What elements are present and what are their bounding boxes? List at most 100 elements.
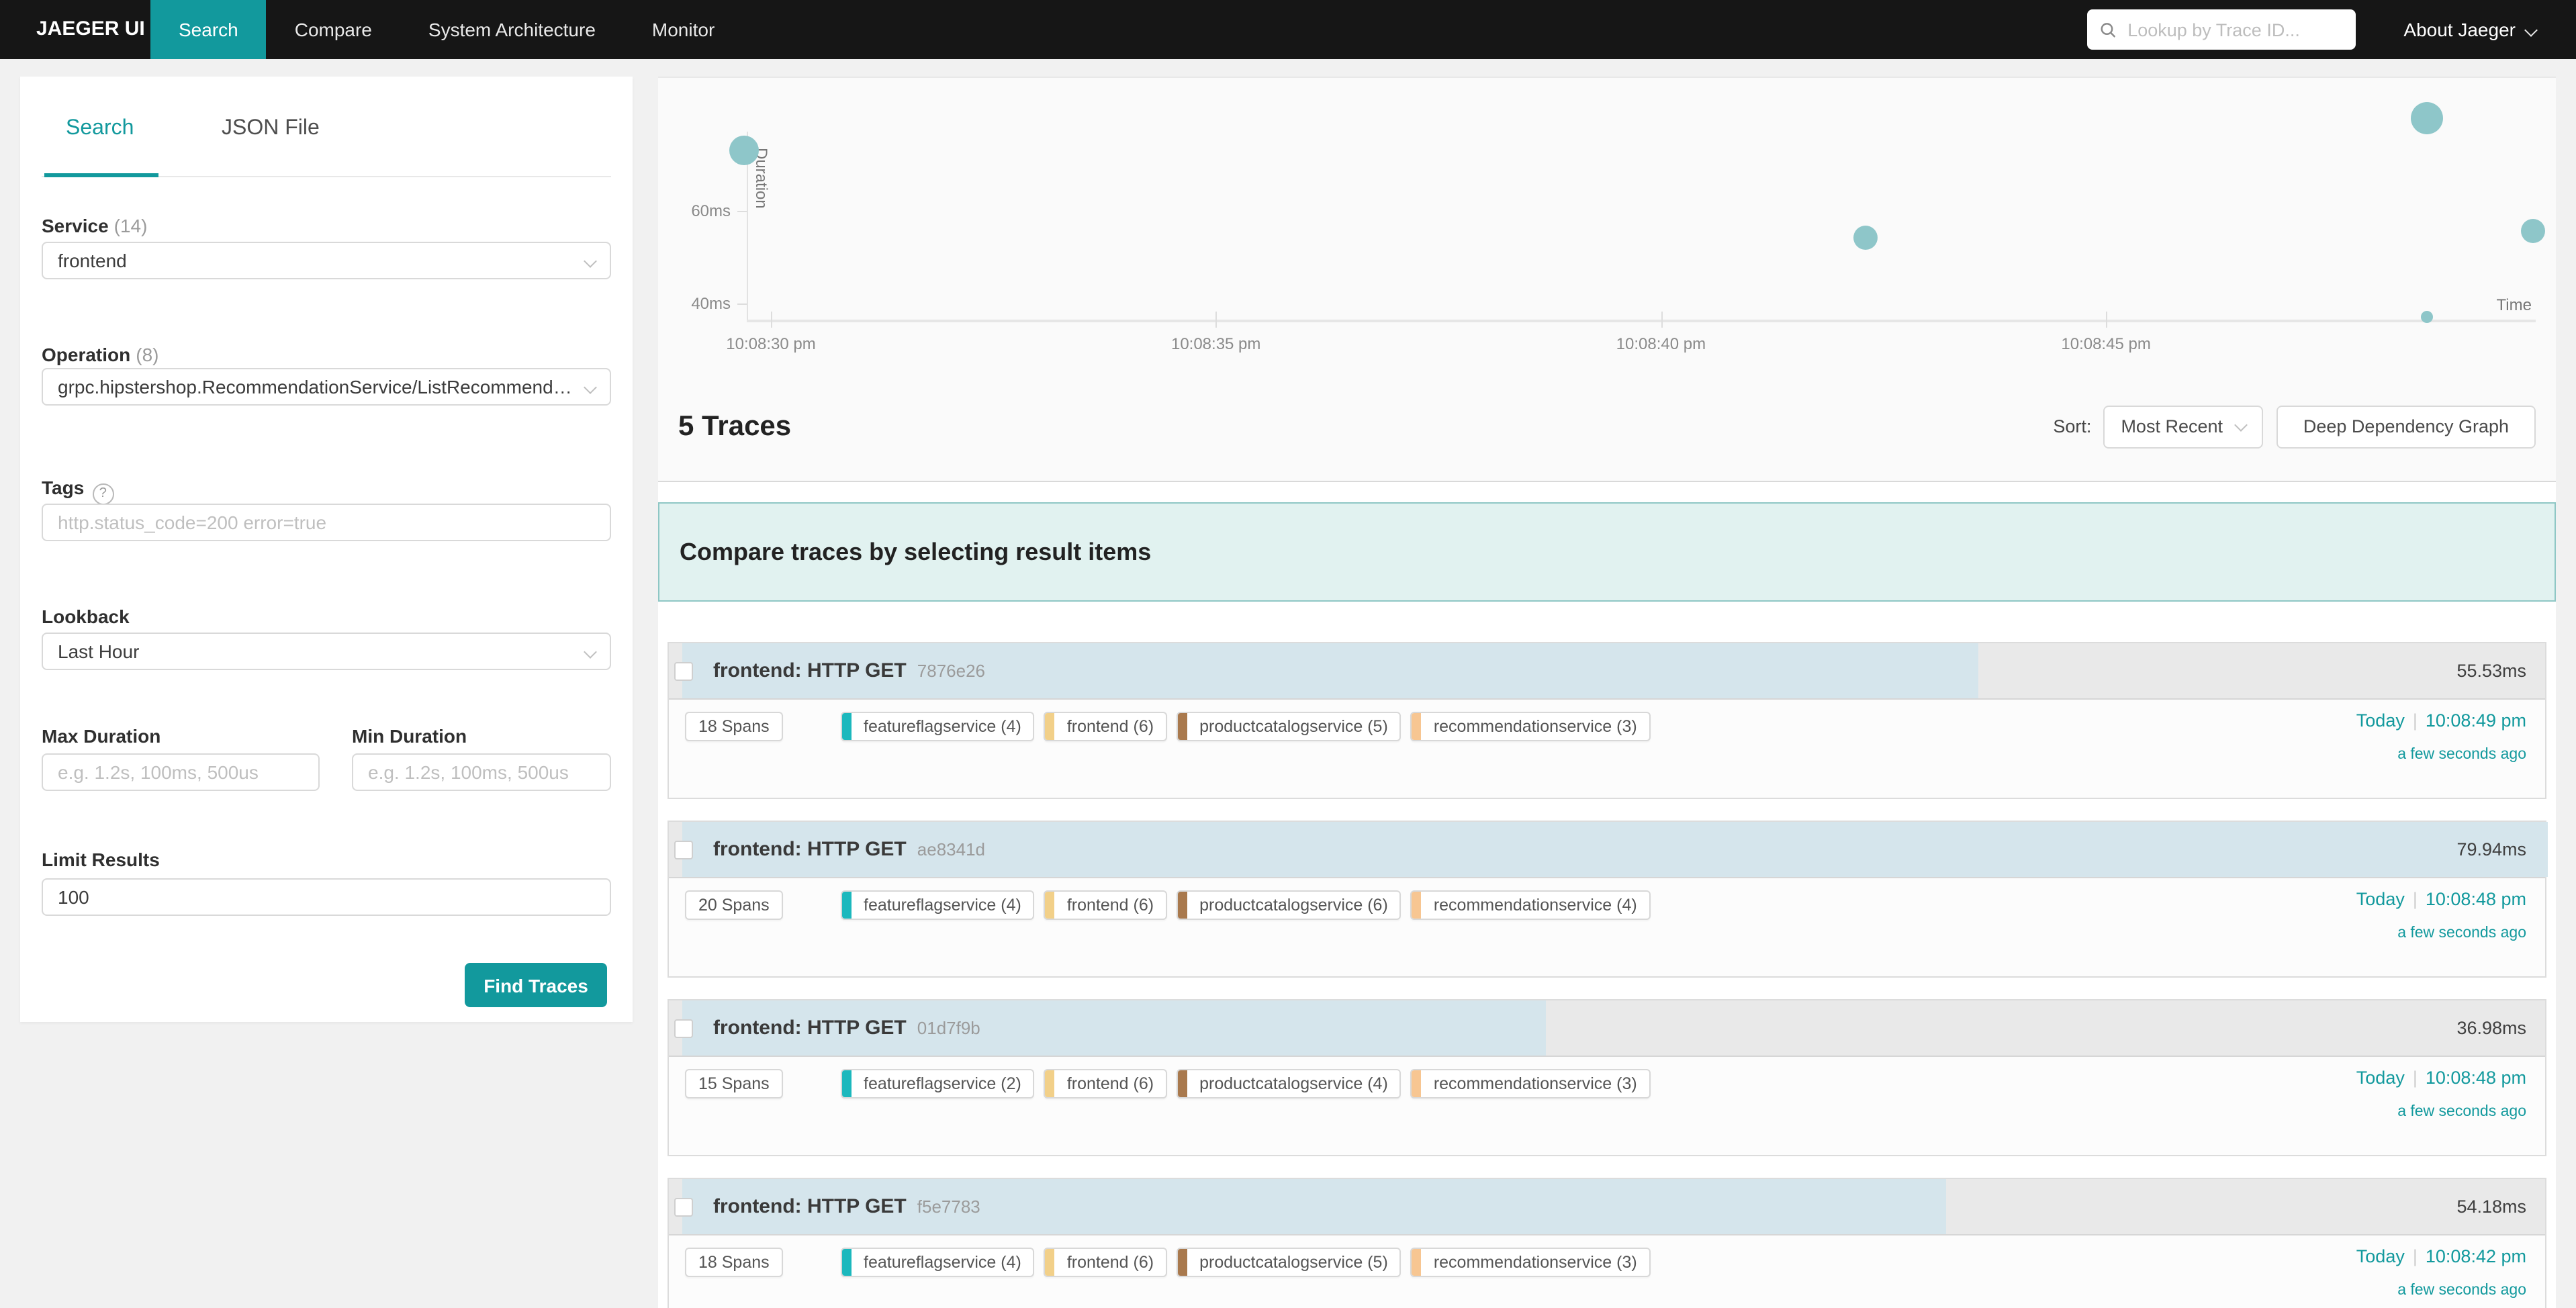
spans-row: 15 Spans — [685, 1069, 783, 1099]
separator: | — [2413, 1068, 2418, 1088]
min-duration-input[interactable]: e.g. 1.2s, 100ms, 500us — [352, 753, 611, 791]
trace-time[interactable]: 10:08:48 pm — [2426, 889, 2526, 909]
tags-input[interactable]: http.status_code=200 error=true — [42, 504, 611, 541]
trace-scatter-point[interactable] — [2410, 102, 2442, 134]
trace-timestamp: Today|10:08:49 pma few seconds ago — [2356, 710, 2526, 763]
trace-select-checkbox[interactable] — [674, 1019, 693, 1038]
nav-tab-system-architecture[interactable]: System Architecture — [400, 0, 624, 59]
trace-title: frontend: HTTP GETf5e7783 — [713, 1179, 980, 1234]
trace-select-checkbox[interactable] — [674, 841, 693, 859]
trace-title: frontend: HTTP GET7876e26 — [713, 643, 985, 698]
trace-date-time: Today|10:08:48 pm — [2356, 889, 2526, 909]
y-tick-label: 40ms — [672, 294, 731, 313]
trace-select-checkbox[interactable] — [674, 1198, 693, 1217]
service-tag: featureflagservice (4) — [841, 1248, 1035, 1277]
trace-date[interactable]: Today — [2356, 1246, 2405, 1266]
sort-select[interactable]: Most Recent — [2103, 405, 2263, 448]
nav-tab-compare[interactable]: Compare — [267, 0, 400, 59]
service-color-strip — [842, 713, 852, 740]
trace-date[interactable]: Today — [2356, 710, 2405, 731]
trace-scatter-point[interactable] — [2521, 220, 2545, 244]
service-tag-label: recommendationservice (3) — [1422, 1070, 1649, 1097]
duration-scatter-chart[interactable]: Duration Time 10:08:30 pm10:08:35 pm10:0… — [658, 78, 2556, 375]
trace-time[interactable]: 10:08:48 pm — [2426, 1068, 2526, 1088]
trace-scatter-point[interactable] — [729, 136, 759, 165]
service-color-strip — [1412, 1249, 1422, 1276]
operation-label: Operation(8) — [42, 344, 159, 365]
results-list: Compare traces by selecting result items… — [658, 482, 2556, 1308]
trace-time[interactable]: 10:08:49 pm — [2426, 710, 2526, 731]
service-tag: recommendationservice (3) — [1411, 712, 1651, 741]
trace-result-card[interactable]: frontend: HTTP GETae8341d79.94ms20 Spans… — [668, 821, 2546, 978]
service-color-strip — [1046, 713, 1055, 740]
trace-title: frontend: HTTP GET01d7f9b — [713, 1000, 980, 1056]
trace-card-header[interactable]: frontend: HTTP GET01d7f9b36.98ms — [669, 1000, 2545, 1057]
service-tag-label: recommendationservice (3) — [1422, 1249, 1649, 1276]
service-label: Service(14) — [42, 215, 147, 236]
service-tag: recommendationservice (4) — [1411, 890, 1651, 920]
tab-json-file[interactable]: JSON File — [222, 117, 320, 141]
trace-relative-time: a few seconds ago — [2356, 1282, 2526, 1299]
service-tag-label: productcatalogservice (4) — [1187, 1070, 1400, 1097]
lookback-select[interactable]: Last Hour — [42, 633, 611, 670]
trace-id: ae8341d — [917, 839, 985, 859]
y-tick-label: 60ms — [672, 201, 731, 220]
nav-tab-monitor[interactable]: Monitor — [624, 0, 743, 59]
service-tags: featureflagservice (2) frontend (6) produc… — [841, 1069, 1660, 1099]
service-color-strip — [1178, 1249, 1187, 1276]
trace-date[interactable]: Today — [2356, 1068, 2405, 1088]
trace-card-body: 15 Spans featureflagservice (2) frontend (… — [669, 1057, 2545, 1156]
results-panel-top: Duration Time 10:08:30 pm10:08:35 pm10:0… — [658, 77, 2556, 482]
y-tick-mark — [737, 303, 747, 305]
about-jaeger-menu[interactable]: About Jaeger — [2403, 19, 2536, 40]
service-select[interactable]: frontend — [42, 242, 611, 279]
trace-time[interactable]: 10:08:42 pm — [2426, 1246, 2526, 1266]
service-color-strip — [1412, 713, 1422, 740]
trace-name: frontend: HTTP GET — [713, 1017, 907, 1039]
trace-duration: 79.94ms — [2456, 822, 2526, 877]
service-color-strip — [842, 892, 852, 919]
service-tag: frontend (6) — [1044, 890, 1167, 920]
service-tag: featureflagservice (2) — [841, 1069, 1035, 1099]
tab-search[interactable]: Search — [66, 117, 134, 141]
service-tag-label: productcatalogservice (6) — [1187, 892, 1400, 919]
service-tags: featureflagservice (4)frontend (6)produc… — [841, 1248, 1660, 1277]
trace-result-card[interactable]: frontend: HTTP GET7876e26 55.53ms18 Spans… — [668, 642, 2546, 799]
trace-card-body: 18 Spansfeatureflagservice (4)frontend (… — [669, 700, 2545, 799]
trace-relative-time: a few seconds ago — [2356, 1104, 2526, 1120]
trace-id-search[interactable] — [2086, 9, 2355, 50]
trace-scatter-point[interactable] — [2420, 312, 2432, 324]
trace-duration: 55.53ms — [2456, 643, 2526, 698]
service-color-strip — [1412, 892, 1422, 919]
deep-dependency-graph-button[interactable]: Deep Dependency Graph — [2276, 405, 2536, 448]
service-tags: featureflagservice (4)frontend (6)produc… — [841, 712, 1660, 741]
app-logo[interactable]: JAEGER UI — [0, 0, 150, 59]
trace-card-body: 20 Spansfeatureflagservice (4)frontend (… — [669, 878, 2545, 978]
trace-card-body: 18 Spansfeatureflagservice (4)frontend (… — [669, 1235, 2545, 1308]
service-color-strip — [1178, 713, 1187, 740]
compare-banner: Compare traces by selecting result items — [658, 502, 2556, 602]
x-tick-mark — [1661, 312, 1662, 328]
nav-tab-search[interactable]: Search — [150, 0, 267, 59]
limit-results-input[interactable]: 100 — [42, 878, 611, 916]
find-traces-button[interactable]: Find Traces — [465, 963, 607, 1007]
trace-name: frontend: HTTP GET — [713, 838, 907, 861]
trace-date-time: Today | 10:08:48 pm — [2356, 1068, 2526, 1088]
max-duration-input[interactable]: e.g. 1.2s, 100ms, 500us — [42, 753, 320, 791]
chevron-down-icon — [2524, 23, 2538, 36]
service-tag: productcatalogservice (5) — [1177, 1248, 1401, 1277]
service-tag-label: featureflagservice (4) — [852, 713, 1033, 740]
trace-card-header[interactable]: frontend: HTTP GET ae8341d 79.94ms — [669, 822, 2545, 878]
trace-select-checkbox[interactable] — [674, 662, 693, 681]
trace-result-card[interactable]: frontend: HTTP GETf5e778354.18ms18 Spans… — [668, 1178, 2546, 1308]
trace-id-input[interactable] — [2125, 18, 2342, 41]
operation-select[interactable]: grpc.hipstershop.RecommendationService/L… — [42, 368, 611, 406]
trace-scatter-point[interactable] — [1853, 226, 1878, 250]
trace-date[interactable]: Today — [2356, 889, 2405, 909]
trace-result-card[interactable]: frontend: HTTP GET01d7f9b36.98ms15 Spans… — [668, 999, 2546, 1156]
trace-card-header[interactable]: frontend: HTTP GETf5e778354.18ms — [669, 1179, 2545, 1235]
trace-card-header[interactable]: frontend: HTTP GET7876e26 55.53ms — [669, 643, 2545, 700]
help-icon[interactable]: ? — [92, 483, 113, 505]
span-count-chip: 20 Spans — [685, 890, 783, 920]
service-tag: frontend (6) — [1044, 1069, 1167, 1099]
